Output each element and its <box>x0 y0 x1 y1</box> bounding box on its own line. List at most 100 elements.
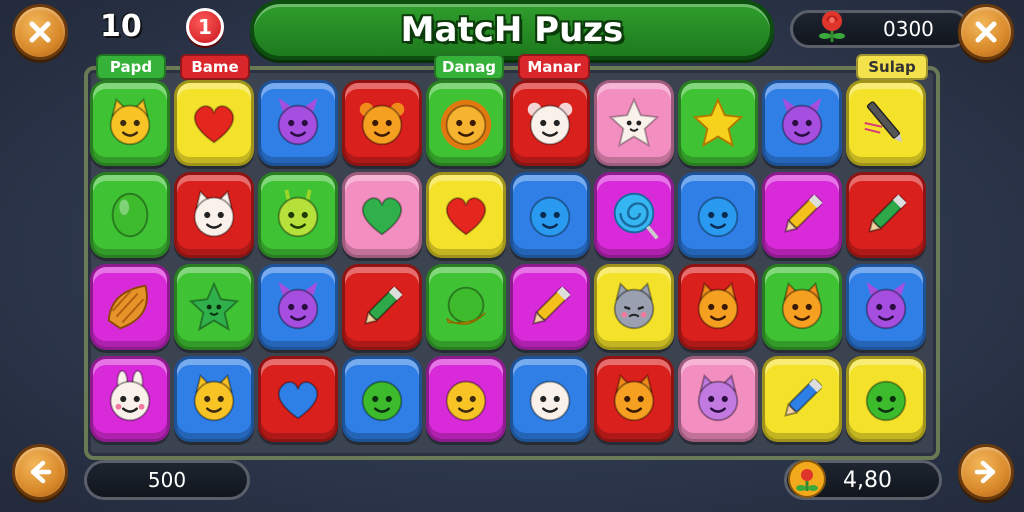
white-blob-face-icon <box>529 380 571 422</box>
tile-r3-c2[interactable] <box>174 264 254 350</box>
tile-r3-c9[interactable] <box>762 264 842 350</box>
tile-r4-c8[interactable] <box>678 356 758 442</box>
tile-r3-c6[interactable] <box>510 264 590 350</box>
white-star-face-icon <box>608 97 660 148</box>
tile-r4-c6[interactable] <box>510 356 590 442</box>
tile-r3-c10[interactable] <box>846 264 926 350</box>
tile-r3-c5[interactable] <box>426 264 506 350</box>
score-value: 0300 <box>883 17 934 41</box>
tag-bame[interactable]: Bame <box>180 54 250 80</box>
red-heart-icon <box>193 105 235 144</box>
green-blob-face-icon <box>361 380 403 422</box>
tile-r1-c6[interactable] <box>510 80 590 166</box>
tag-papd[interactable]: Papd <box>96 54 166 80</box>
tile-r2-c8[interactable] <box>678 172 758 258</box>
green-heart-icon <box>361 197 403 236</box>
red-heart-icon <box>445 197 487 236</box>
blue-blob-face-icon <box>697 196 739 238</box>
blue-marker-icon <box>784 378 823 417</box>
game-title: MatcH Puzs <box>400 10 624 50</box>
close-icon <box>975 21 997 43</box>
green-marker-icon <box>868 194 907 233</box>
pen-icon <box>864 101 903 143</box>
rose-icon <box>819 11 845 42</box>
white-bunny-face-icon <box>109 370 151 422</box>
tile-r3-c7[interactable] <box>594 264 674 350</box>
tile-r2-c1[interactable] <box>90 172 170 258</box>
orange-croissant-icon <box>107 284 148 330</box>
moves-counter: 10 <box>100 8 142 44</box>
tile-r4-c10[interactable] <box>846 356 926 442</box>
tile-r4-c9[interactable] <box>762 356 842 442</box>
arrow-right-icon <box>974 460 996 484</box>
tile-r4-c1[interactable] <box>90 356 170 442</box>
green-star-face-icon <box>188 281 240 332</box>
tile-r2-c4[interactable] <box>342 172 422 258</box>
coins-display: 500 <box>84 460 250 500</box>
purple-monster-face-icon <box>277 281 319 330</box>
white-cat-face-icon <box>193 189 235 238</box>
tile-r1-c4[interactable] <box>342 80 422 166</box>
close-icon <box>29 21 51 43</box>
notification-badge[interactable]: 1 <box>186 8 224 46</box>
coins-value: 500 <box>147 468 187 492</box>
tile-grid <box>88 80 936 450</box>
tile-r2-c2[interactable] <box>174 172 254 258</box>
tile-r1-c8[interactable] <box>678 80 758 166</box>
tile-r4-c5[interactable] <box>426 356 506 442</box>
blue-lollipop-icon <box>613 192 659 240</box>
purple-monster-face-icon <box>865 281 907 330</box>
tile-r1-c10[interactable] <box>846 80 926 166</box>
yellow-pencil-icon <box>784 194 823 233</box>
points-value: 4,80 <box>843 467 892 493</box>
lime-alien-face-icon <box>277 189 319 238</box>
yellow-cat-face-icon <box>193 373 235 422</box>
tag-danag[interactable]: Danag <box>434 54 504 80</box>
green-blob-face-icon <box>865 380 907 422</box>
tile-r1-c2[interactable] <box>174 80 254 166</box>
flower-coin-icon <box>788 460 826 498</box>
orange-cat-face-icon <box>613 373 655 422</box>
tile-r2-c10[interactable] <box>846 172 926 258</box>
tile-r2-c9[interactable] <box>762 172 842 258</box>
tile-r3-c1[interactable] <box>90 264 170 350</box>
tile-r1-c5[interactable] <box>426 80 506 166</box>
arrow-left-icon <box>30 460 52 484</box>
tile-r3-c3[interactable] <box>258 264 338 350</box>
tile-r2-c5[interactable] <box>426 172 506 258</box>
tile-r4-c3[interactable] <box>258 356 338 442</box>
tile-r1-c1[interactable] <box>90 80 170 166</box>
yellow-smiley-face-icon <box>445 380 487 422</box>
purple-monster-face-icon <box>781 97 823 146</box>
tile-r4-c7[interactable] <box>594 356 674 442</box>
tile-r4-c2[interactable] <box>174 356 254 442</box>
yellow-cat-face-icon <box>109 97 151 146</box>
blue-blob-face-icon <box>529 196 571 238</box>
close-button-right[interactable] <box>958 4 1014 60</box>
tile-r2-c3[interactable] <box>258 172 338 258</box>
purple-cat-face-icon <box>697 373 739 422</box>
tile-r1-c3[interactable] <box>258 80 338 166</box>
next-button[interactable] <box>958 444 1014 500</box>
tile-r3-c8[interactable] <box>678 264 758 350</box>
back-button[interactable] <box>12 444 68 500</box>
title-banner: MatcH Puzs <box>250 0 774 60</box>
white-hamster-face-icon <box>527 102 573 146</box>
tile-r4-c4[interactable] <box>342 356 422 442</box>
tag-manar[interactable]: Manar <box>518 54 590 80</box>
orange-bear-face-icon <box>359 102 405 146</box>
yellow-pencil-icon <box>532 286 571 325</box>
tile-r3-c4[interactable] <box>342 264 422 350</box>
tile-r2-c7[interactable] <box>594 172 674 258</box>
green-marker-icon <box>364 286 403 325</box>
blue-heart-icon <box>277 381 319 420</box>
purple-monster-face-icon <box>277 97 319 146</box>
tile-r1-c9[interactable] <box>762 80 842 166</box>
tile-r2-c6[interactable] <box>510 172 590 258</box>
green-ball-icon <box>446 286 486 325</box>
tile-r1-c7[interactable] <box>594 80 674 166</box>
grey-cat-face-icon <box>613 281 655 330</box>
tag-sulap[interactable]: Sulap <box>856 54 928 80</box>
close-button-left[interactable] <box>12 4 68 60</box>
green-egg-icon <box>111 192 149 238</box>
